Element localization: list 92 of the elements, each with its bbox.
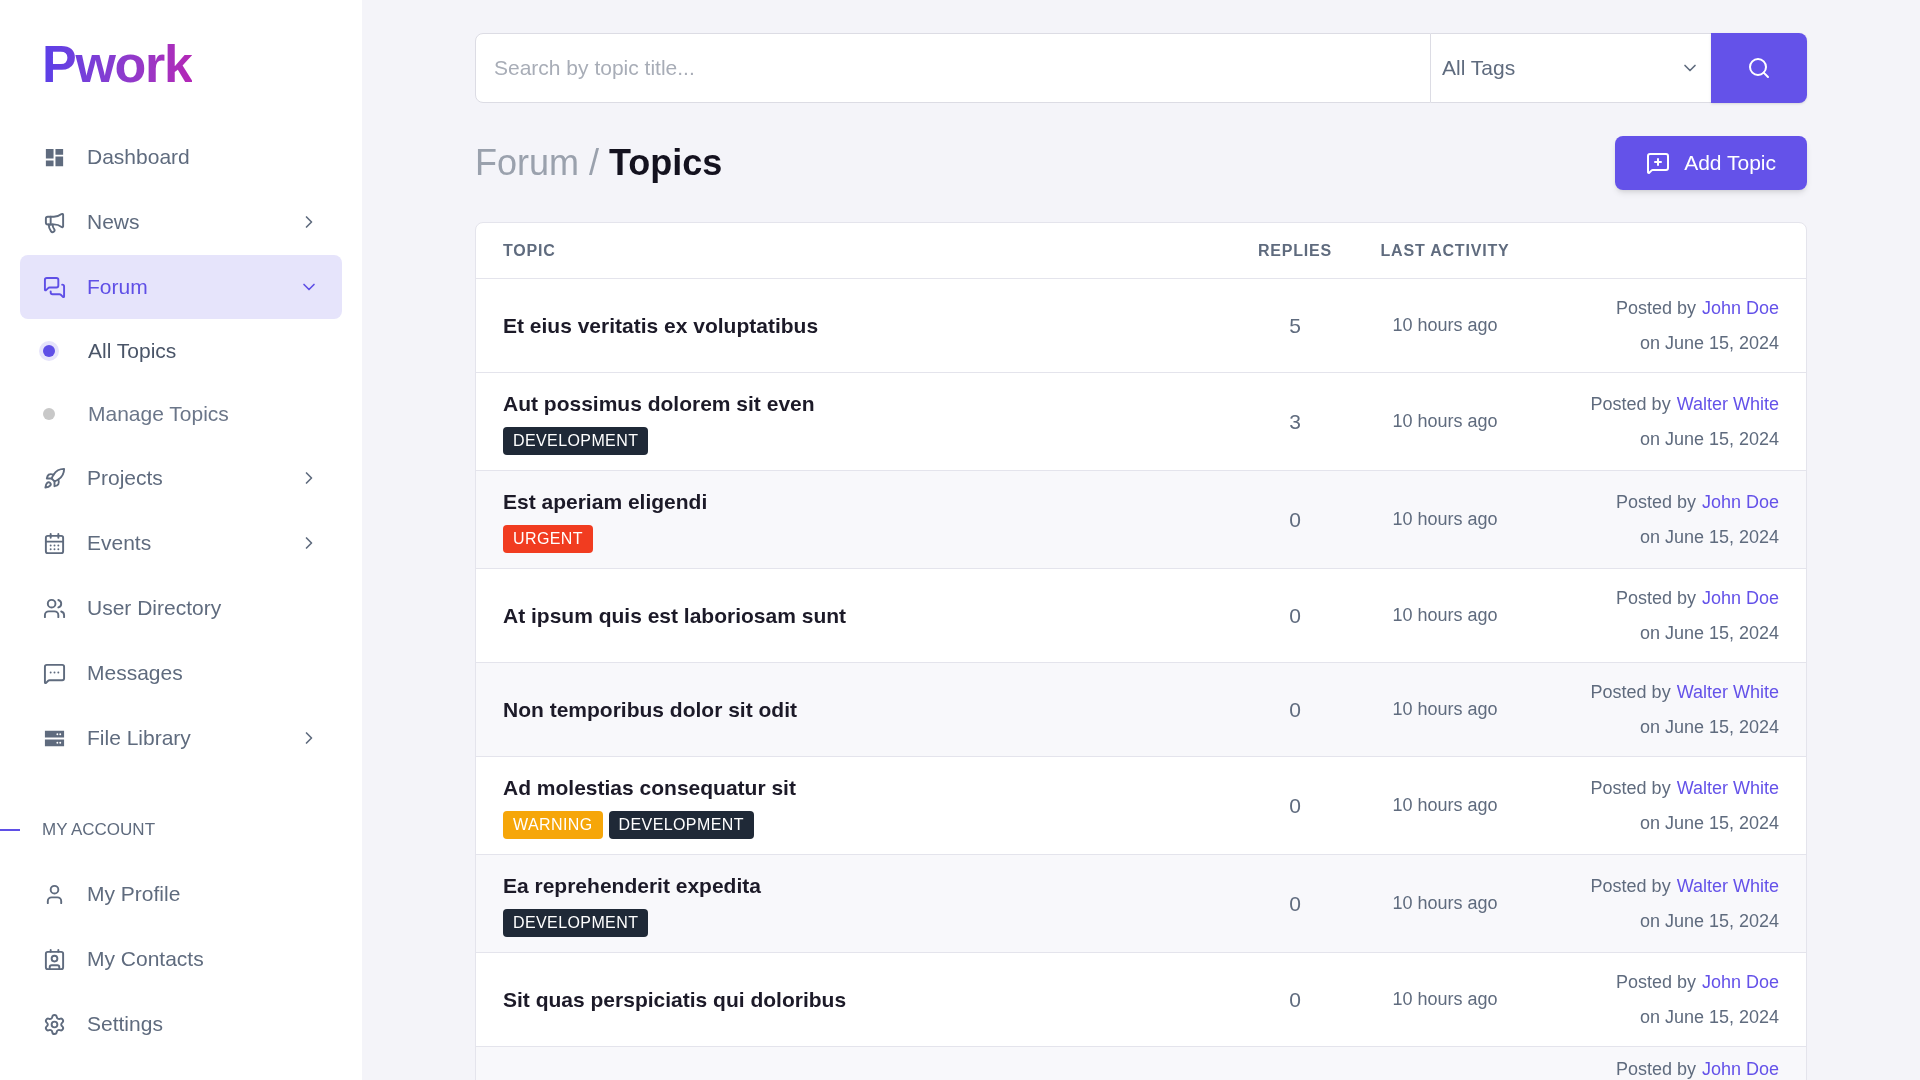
last-activity: 10 hours ago xyxy=(1392,795,1498,815)
reply-count: 0 xyxy=(1289,793,1301,817)
author-link[interactable]: John Doe xyxy=(1701,968,1779,996)
posted-by-label: Posted by xyxy=(1590,874,1671,898)
author-link[interactable]: John Doe xyxy=(1701,488,1779,516)
column-header: LAST ACTIVITY xyxy=(1379,240,1511,261)
nav-item[interactable]: User Directory xyxy=(20,576,342,640)
nav-item[interactable]: News xyxy=(20,190,342,254)
post-date: on June 15, 2024 xyxy=(1639,525,1779,549)
post-date: on June 15, 2024 xyxy=(1639,909,1779,933)
topic-title[interactable]: Est aperiam eligendi xyxy=(503,485,708,518)
topic-title[interactable]: Sit quas perspiciatis qui doloribus xyxy=(503,983,847,1016)
reply-count: 3 xyxy=(1289,409,1301,433)
posted-by-label: Posted by xyxy=(1615,970,1696,994)
author-link[interactable]: Walter White xyxy=(1676,678,1779,706)
table-row[interactable]: Posted by John Doe xyxy=(476,1047,1806,1080)
topic-title[interactable]: Aut possimus dolorem sit even xyxy=(503,387,815,420)
reply-count: 0 xyxy=(1289,507,1301,531)
last-activity: 10 hours ago xyxy=(1392,605,1498,625)
tag-select[interactable]: All Tags xyxy=(1431,33,1711,103)
nav-item[interactable]: Events xyxy=(20,511,342,575)
tag-badge: WARNING xyxy=(503,811,603,840)
topic-title[interactable]: At ipsum quis est laboriosam sunt xyxy=(503,599,847,632)
nav-item[interactable]: File Library xyxy=(20,706,342,770)
post-date: on June 15, 2024 xyxy=(1639,1005,1779,1029)
sub-nav-item[interactable]: All Topics xyxy=(0,319,362,382)
message-icon xyxy=(43,661,66,685)
reply-count: 0 xyxy=(1289,697,1301,721)
nav-item[interactable]: Dashboard xyxy=(20,125,342,189)
nav-item[interactable]: Messages xyxy=(20,641,342,705)
topic-title[interactable]: Ad molestias consequatur sit xyxy=(503,771,796,804)
table-row[interactable]: Non temporibus dolor sit odit 0 10 hours ago Posted by Walter White on June 15, 2024 xyxy=(476,663,1806,757)
reply-count: 0 xyxy=(1289,987,1301,1011)
author-link[interactable]: Walter White xyxy=(1676,390,1779,418)
section-title: MY ACCOUNT xyxy=(42,819,156,842)
tag-badge: DEVELOPMENT xyxy=(503,909,649,938)
tag-badge: URGENT xyxy=(503,525,593,554)
posted-by-label: Posted by xyxy=(1590,392,1671,416)
reply-count: 0 xyxy=(1289,603,1301,627)
settings-icon xyxy=(43,1012,66,1036)
post-date: on June 15, 2024 xyxy=(1639,715,1779,739)
breadcrumb-separator: / xyxy=(589,141,600,185)
author-link[interactable]: Walter White xyxy=(1676,872,1779,900)
nav-item[interactable]: Forum xyxy=(20,255,342,319)
author-link[interactable]: John Doe xyxy=(1701,1056,1779,1080)
add-topic-button[interactable]: Add Topic xyxy=(1615,136,1807,190)
posted-by-label: Posted by xyxy=(1590,776,1671,800)
users-icon xyxy=(43,596,66,620)
author-link[interactable]: John Doe xyxy=(1701,294,1779,322)
rocket-icon xyxy=(43,466,66,490)
last-activity: 10 hours ago xyxy=(1392,699,1498,719)
reply-count: 5 xyxy=(1289,313,1301,337)
author-link[interactable]: Walter White xyxy=(1676,774,1779,802)
table-row[interactable]: Est aperiam eligendi URGENT 0 10 hours ago Posted by John Doe on June 15, 2024 xyxy=(476,471,1806,569)
nav-item[interactable]: Settings xyxy=(20,992,342,1056)
tag-badge: DEVELOPMENT xyxy=(503,427,649,456)
author-link[interactable]: John Doe xyxy=(1701,584,1779,612)
posted-by-label: Posted by xyxy=(1615,490,1696,514)
posted-by-label: Posted by xyxy=(1615,586,1696,610)
last-activity: 10 hours ago xyxy=(1392,893,1498,913)
column-header: TOPIC xyxy=(503,240,557,261)
topic-title[interactable]: Ea reprehenderit expedita xyxy=(503,869,761,902)
last-activity: 10 hours ago xyxy=(1392,411,1498,431)
topic-title[interactable]: Et eius veritatis ex voluptatibus xyxy=(503,309,819,342)
nav-item[interactable]: Projects xyxy=(20,446,342,510)
sub-nav-item[interactable]: Manage Topics xyxy=(0,382,362,445)
page-title: Topics xyxy=(609,141,723,185)
last-activity: 10 hours ago xyxy=(1392,315,1498,335)
post-date: on June 15, 2024 xyxy=(1639,621,1779,645)
nav-item[interactable]: My Profile xyxy=(20,862,342,926)
topic-title[interactable]: Non temporibus dolor sit odit xyxy=(503,693,797,726)
post-date: on June 15, 2024 xyxy=(1639,811,1779,835)
post-date: on June 15, 2024 xyxy=(1639,331,1779,355)
last-activity: 10 hours ago xyxy=(1392,989,1498,1009)
contact-card-icon xyxy=(43,947,66,971)
column-header: REPLIES xyxy=(1256,240,1334,261)
posted-by-label: Posted by xyxy=(1615,1058,1696,1080)
posted-by-label: Posted by xyxy=(1590,680,1671,704)
table-row[interactable]: Ea reprehenderit expedita DEVELOPMENT 0 10 hours ago Posted by Walter White on June 15, 2024 xyxy=(476,855,1806,953)
search-button[interactable] xyxy=(1711,33,1807,103)
tag-badge: DEVELOPMENT xyxy=(608,811,754,840)
calendar-icon xyxy=(43,531,66,555)
chat-icon xyxy=(43,275,66,299)
search-icon xyxy=(1747,56,1771,80)
add-message-icon xyxy=(1646,151,1671,175)
posted-by-label: Posted by xyxy=(1615,296,1696,320)
megaphone-icon xyxy=(43,210,66,234)
search-field[interactable]: Search by topic title... xyxy=(475,33,1431,103)
reply-count: 0 xyxy=(1289,891,1301,915)
nav-item[interactable]: My Contacts xyxy=(20,927,342,991)
last-activity: 10 hours ago xyxy=(1392,509,1498,529)
post-date: on June 15, 2024 xyxy=(1639,427,1779,451)
